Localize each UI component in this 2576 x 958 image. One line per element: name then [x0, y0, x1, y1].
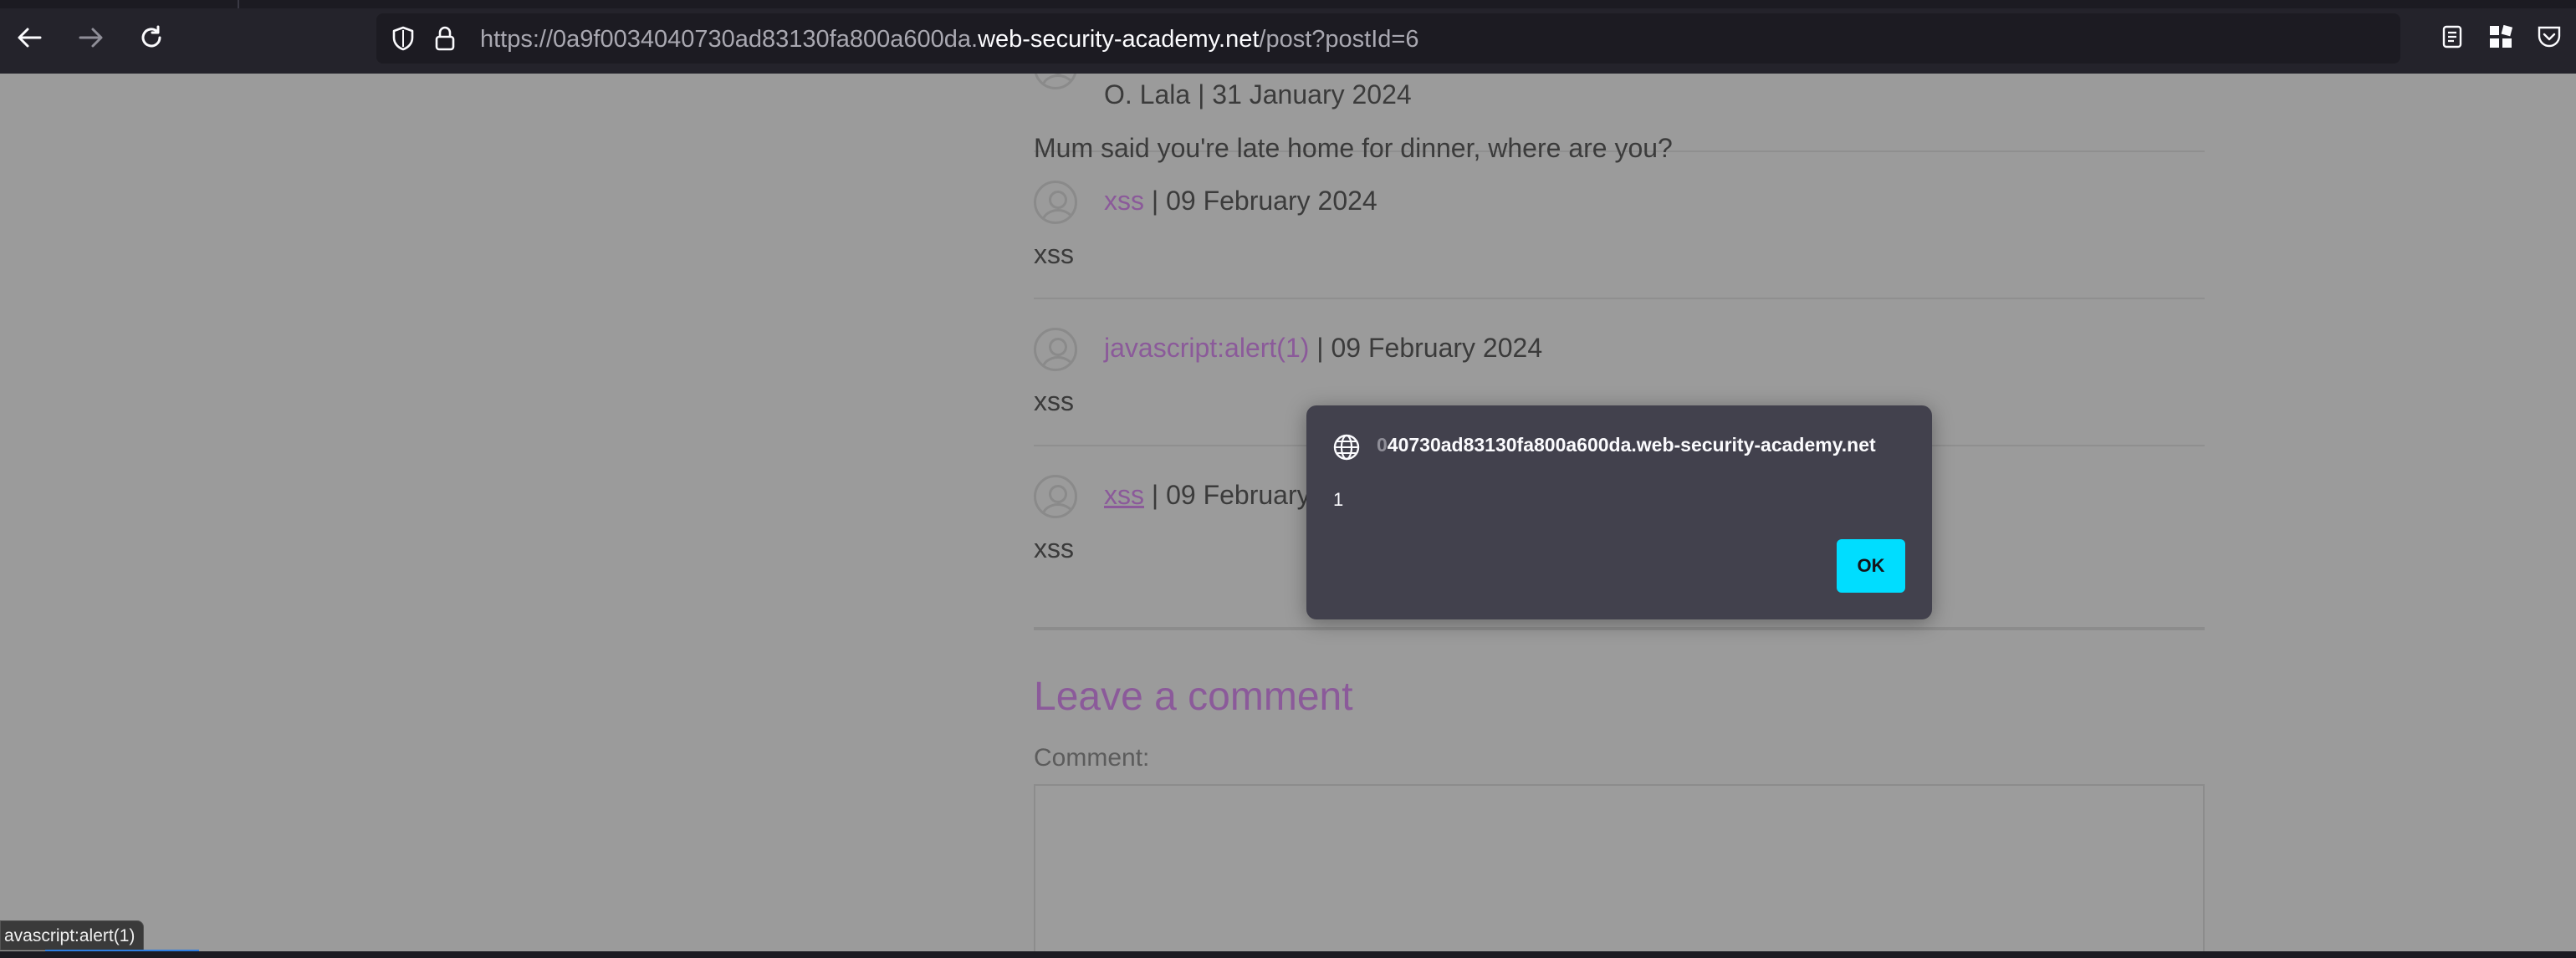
comment-author-link[interactable]: xss [1104, 186, 1144, 216]
alert-dialog: 040730ad83130fa800a600da.web-security-ac… [1306, 405, 1932, 619]
url-bar[interactable]: https://0a9f0034040730ad83130fa800a600da… [376, 13, 2400, 64]
forward-arrow-icon[interactable] [72, 18, 110, 57]
dialog-origin: 040730ad83130fa800a600da.web-security-ac… [1377, 434, 1876, 456]
comment-date: 09 February 2024 [1331, 333, 1543, 363]
avatar-icon [1034, 74, 1077, 89]
url-host: web-security-academy.net [978, 26, 1260, 53]
globe-icon [1331, 432, 1362, 462]
tab-strip [0, 0, 2576, 8]
comment-separator: | [1190, 79, 1213, 110]
comment-author-link[interactable]: javascript:alert(1) [1104, 333, 1309, 363]
url-text[interactable]: https://0a9f0034040730ad83130fa800a600da… [480, 26, 1418, 54]
comment-author-link[interactable]: xss [1104, 480, 1144, 510]
back-arrow-icon[interactable] [10, 18, 49, 57]
url-prefix: https://0a9f0034040730ad83130fa800a600da… [480, 26, 979, 53]
comment-date: 09 February [1166, 480, 1311, 510]
comment: O. Lala | 31 January 2024 Mum said you'r… [1034, 74, 2205, 163]
comment: xss | 09 February 2024 xss [1034, 152, 2205, 299]
avatar-icon [1034, 328, 1077, 371]
comment-separator: | [1309, 333, 1331, 363]
ok-button[interactable]: OK [1837, 539, 1905, 593]
avatar-icon [1034, 475, 1077, 518]
comment-label: Comment: [1034, 744, 1150, 772]
comment-separator: | [1144, 186, 1167, 216]
comment-date: 31 January 2024 [1212, 79, 1412, 110]
comment-text: xss [1034, 386, 1074, 416]
dialog-origin-host: 40730ad83130fa800a600da.web-security-aca… [1387, 434, 1876, 456]
comments-divider [1034, 627, 2205, 630]
window-bottom-edge [0, 951, 2576, 958]
save-icon[interactable] [2534, 22, 2564, 52]
comment-meta: javascript:alert(1) | 09 February 2024 [1104, 333, 1542, 364]
dialog-message: 1 [1333, 489, 1344, 510]
url-path: /post?postId=6 [1259, 26, 1419, 53]
tab-separator [238, 0, 239, 8]
reload-icon[interactable] [132, 18, 171, 57]
comment-text: xss [1034, 239, 1074, 269]
lock-icon[interactable] [430, 23, 460, 54]
comment-textarea[interactable] [1034, 784, 2205, 958]
reader-view-icon[interactable] [2437, 22, 2467, 52]
comment-meta: xss | 09 February 2024 [1104, 186, 1377, 217]
page-content: O. Lala | 31 January 2024 Mum said you'r… [0, 74, 2576, 958]
comment-text: xss [1034, 533, 1074, 563]
browser-toolbar: https://0a9f0034040730ad83130fa800a600da… [0, 0, 2576, 74]
shield-icon[interactable] [388, 23, 418, 54]
comment-author: O. Lala [1104, 79, 1191, 110]
dialog-origin-faded: 0 [1377, 434, 1388, 456]
comment-meta: O. Lala | 31 January 2024 [1104, 79, 1412, 110]
comment-date: 09 February 2024 [1166, 186, 1377, 216]
comment-meta: xss | 09 February [1104, 480, 1311, 511]
leave-comment-heading: Leave a comment [1034, 675, 1353, 719]
comment-separator: | [1144, 480, 1167, 510]
status-bar: avascript:alert(1) [0, 920, 145, 950]
extensions-icon[interactable] [2486, 22, 2516, 52]
avatar-icon [1034, 181, 1077, 224]
